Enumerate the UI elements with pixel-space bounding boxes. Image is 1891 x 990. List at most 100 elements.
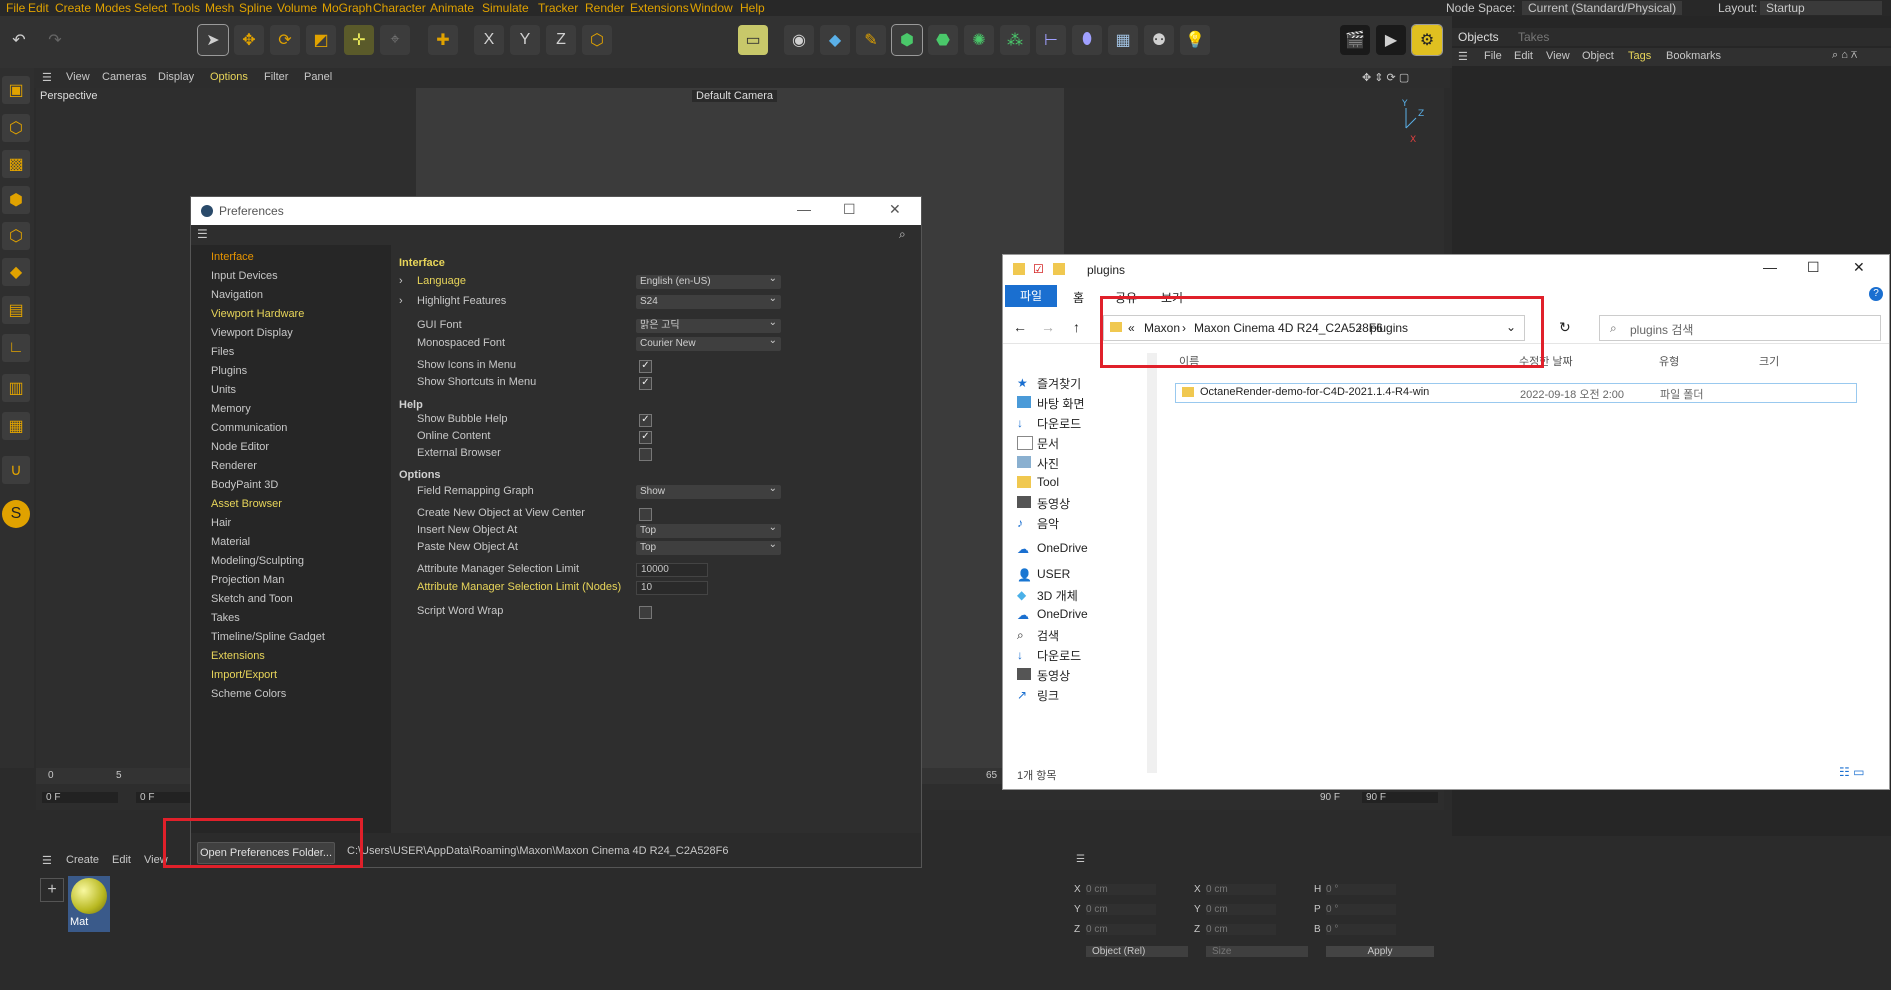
- nav-videos[interactable]: 동영상: [1017, 495, 1070, 512]
- move-tool-icon[interactable]: ✥: [234, 25, 264, 55]
- vp-menu-panel[interactable]: Panel: [304, 71, 332, 83]
- clapboard-icon[interactable]: 🎬: [1340, 25, 1370, 55]
- preferences-hamburger-icon[interactable]: ☰: [197, 227, 208, 241]
- pref-nav-item[interactable]: Node Editor: [211, 441, 269, 453]
- attr-limit-nodes-field[interactable]: 10: [636, 581, 708, 595]
- menu-simulate[interactable]: Simulate: [482, 1, 529, 15]
- obj-menu-object[interactable]: Object: [1582, 50, 1614, 62]
- camera-label[interactable]: Default Camera: [692, 90, 778, 102]
- create-center-checkbox[interactable]: [639, 508, 652, 521]
- menu-mesh[interactable]: Mesh: [205, 1, 234, 15]
- pref-nav-item[interactable]: Projection Man: [211, 574, 284, 586]
- minimize-icon[interactable]: —: [1763, 259, 1777, 275]
- x-axis-toggle[interactable]: X: [474, 25, 504, 55]
- z-axis-toggle[interactable]: Z: [546, 25, 576, 55]
- tab-objects[interactable]: Objects: [1458, 30, 1499, 44]
- scale-tool-icon[interactable]: ◩: [306, 25, 336, 55]
- mat-menu-create[interactable]: Create: [66, 854, 99, 866]
- size-y-field[interactable]: 0 cm: [1206, 904, 1276, 915]
- search-box[interactable]: ⌕ plugins 검색: [1599, 315, 1881, 341]
- coord-z-field[interactable]: 0 cm: [1086, 924, 1156, 935]
- nav-videos-2[interactable]: 동영상: [1017, 667, 1070, 684]
- magnet-icon[interactable]: ∪: [2, 456, 30, 484]
- nav-desktop[interactable]: 바탕 화면: [1017, 395, 1085, 412]
- camera-icon[interactable]: ⚉: [1144, 25, 1174, 55]
- pref-nav-item[interactable]: Modeling/Sculpting: [211, 555, 304, 567]
- new-folder-icon[interactable]: [1053, 263, 1065, 275]
- maximize-icon[interactable]: ☐: [843, 201, 856, 218]
- rot-h-field[interactable]: 0 °: [1326, 884, 1396, 895]
- nav-user[interactable]: 👤 USER: [1017, 567, 1070, 582]
- size-x-field[interactable]: 0 cm: [1206, 884, 1276, 895]
- menu-extensions[interactable]: Extensions: [630, 1, 689, 15]
- s-plugin-icon[interactable]: S: [2, 500, 30, 528]
- nav-tool[interactable]: Tool: [1017, 475, 1059, 489]
- language-select[interactable]: English (en-US): [636, 272, 781, 289]
- coord-y-field[interactable]: 0 cm: [1086, 904, 1156, 915]
- pref-nav-item[interactable]: Hair: [211, 517, 231, 529]
- pref-nav-item[interactable]: Material: [211, 536, 250, 548]
- objects-hamburger-icon[interactable]: ☰: [1458, 50, 1468, 63]
- cloner-icon[interactable]: ✺: [964, 25, 994, 55]
- pref-nav-item[interactable]: Extensions: [211, 650, 265, 662]
- ribbon-tab-home[interactable]: 홈: [1073, 289, 1084, 306]
- vp-menu-cameras[interactable]: Cameras: [102, 71, 147, 83]
- menu-file[interactable]: File: [6, 1, 25, 15]
- obj-menu-bookmarks[interactable]: Bookmarks: [1666, 50, 1721, 62]
- external-browser-checkbox[interactable]: [639, 448, 652, 461]
- pref-nav-item[interactable]: Communication: [211, 422, 287, 434]
- nav-scrollbar[interactable]: [1147, 353, 1157, 773]
- menu-animate[interactable]: Animate: [430, 1, 474, 15]
- script-wrap-checkbox[interactable]: [639, 606, 652, 619]
- cube-icon[interactable]: ◆: [820, 25, 850, 55]
- online-content-checkbox[interactable]: ✓: [639, 431, 652, 444]
- nav-documents[interactable]: 문서: [1017, 435, 1059, 452]
- frame-start-field[interactable]: 0 F: [42, 792, 118, 803]
- menu-create[interactable]: Create: [55, 1, 91, 15]
- vp-menu-view[interactable]: View: [66, 71, 90, 83]
- pref-nav-item[interactable]: Input Devices: [211, 270, 278, 282]
- col-size[interactable]: 크기: [1759, 353, 1779, 369]
- bubble-help-checkbox[interactable]: ✓: [639, 414, 652, 427]
- nav-onedrive-2[interactable]: ☁ OneDrive: [1017, 607, 1088, 622]
- render-settings-icon[interactable]: ⚙: [1411, 24, 1443, 56]
- node-space-select[interactable]: Current (Standard/Physical): [1522, 1, 1683, 15]
- axis-tool-icon[interactable]: ✚: [428, 25, 458, 55]
- subdivision-icon[interactable]: ⬢: [891, 24, 923, 56]
- coords-hamburger-icon[interactable]: ☰: [1076, 854, 1085, 865]
- col-type[interactable]: 유형: [1659, 353, 1679, 369]
- properties-icon[interactable]: ☑: [1033, 262, 1044, 276]
- render-icon[interactable]: ▶: [1376, 25, 1406, 55]
- menu-window[interactable]: Window: [690, 1, 733, 15]
- nav-downloads-2[interactable]: ↓ 다운로드: [1017, 647, 1081, 664]
- field-remap-select[interactable]: Show: [636, 482, 781, 499]
- viewport-hamburger-icon[interactable]: ☰: [42, 71, 52, 84]
- coordinate-system-icon[interactable]: ⬡: [582, 25, 612, 55]
- menu-modes[interactable]: Modes: [95, 1, 131, 15]
- size-z-field[interactable]: 0 cm: [1206, 924, 1276, 935]
- size-mode-select[interactable]: Size: [1206, 946, 1308, 957]
- ribbon-tab-file[interactable]: 파일: [1005, 285, 1057, 307]
- attr-limit-field[interactable]: 10000: [636, 563, 708, 577]
- obj-menu-tags[interactable]: Tags: [1628, 50, 1651, 62]
- back-icon[interactable]: ←: [1013, 319, 1027, 335]
- file-row[interactable]: OctaneRender-demo-for-C4D-2021.1.4-R4-wi…: [1175, 383, 1857, 403]
- pref-nav-item[interactable]: Asset Browser: [211, 498, 282, 510]
- texture-mode-icon[interactable]: ▩: [2, 150, 30, 178]
- light-icon[interactable]: 💡: [1180, 25, 1210, 55]
- pref-nav-item[interactable]: Navigation: [211, 289, 263, 301]
- expand-arrow-icon[interactable]: ›: [399, 295, 403, 307]
- pref-nav-item[interactable]: Scheme Colors: [211, 688, 286, 700]
- pref-nav-item[interactable]: Sketch and Toon: [211, 593, 293, 605]
- polygons-mode-icon[interactable]: ◆: [2, 258, 30, 286]
- snap-icon[interactable]: ▥: [2, 374, 30, 402]
- close-icon[interactable]: ✕: [889, 201, 901, 218]
- maximize-icon[interactable]: ☐: [1807, 259, 1820, 276]
- vp-menu-filter[interactable]: Filter: [264, 71, 288, 83]
- tab-takes[interactable]: Takes: [1518, 30, 1549, 44]
- pref-nav-item[interactable]: Viewport Hardware: [211, 308, 304, 320]
- mat-menu-edit[interactable]: Edit: [112, 854, 131, 866]
- pref-nav-item[interactable]: Viewport Display: [211, 327, 293, 339]
- details-view-icon[interactable]: ☷ ▭: [1839, 765, 1864, 779]
- pref-nav-item[interactable]: Takes: [211, 612, 240, 624]
